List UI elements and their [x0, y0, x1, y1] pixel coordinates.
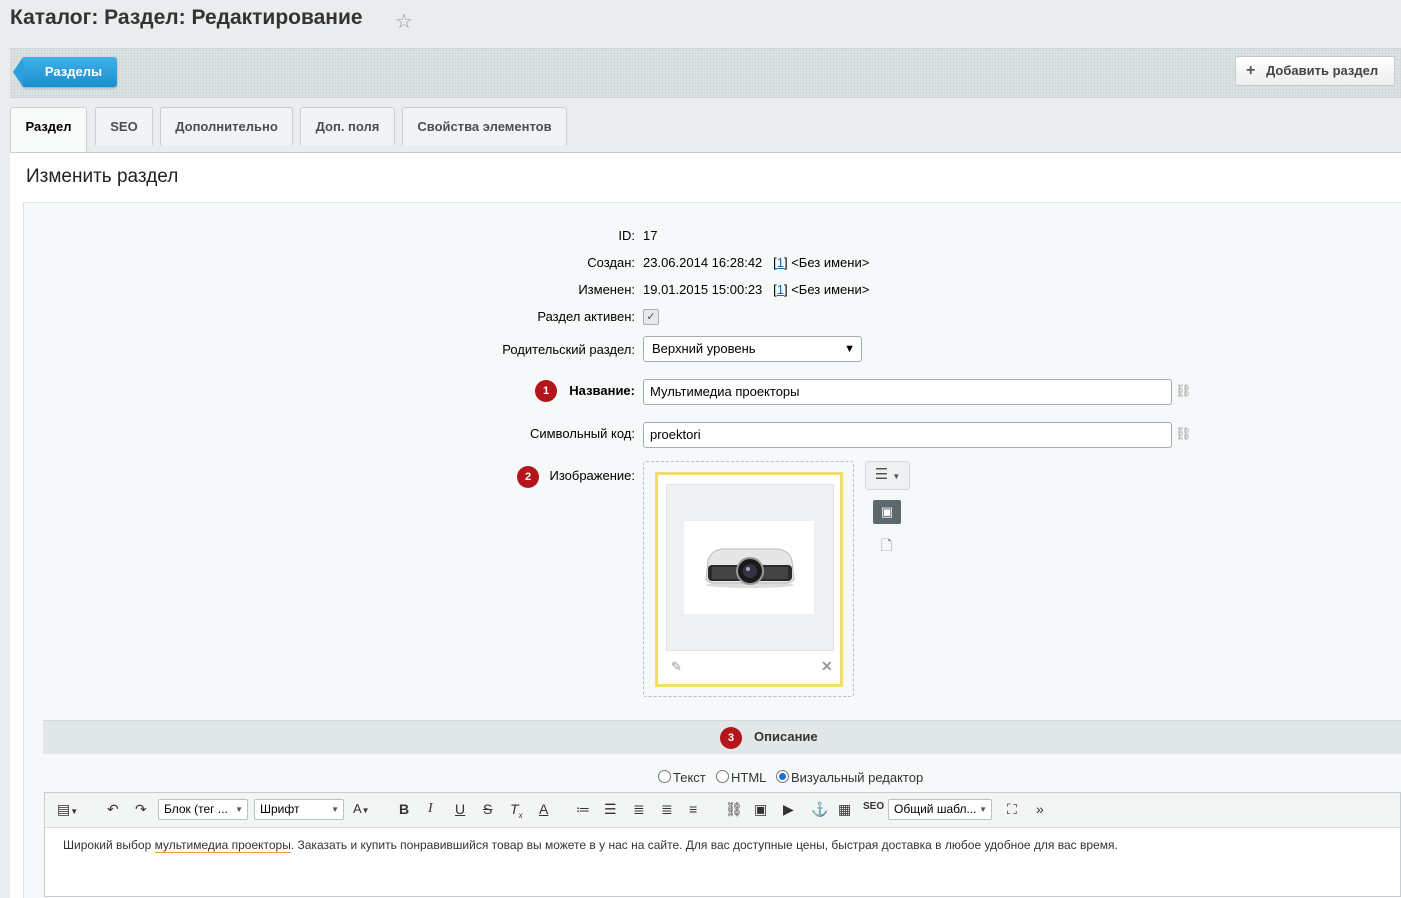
image-type-icon[interactable]: ▣	[873, 500, 901, 524]
image-menu-button[interactable]: ☰ ▼	[865, 461, 910, 490]
block-select-value: Блок (тег ...	[164, 802, 228, 816]
font-color-icon[interactable]: A	[539, 801, 548, 817]
toolbar-mode-icon[interactable]: ▤▼	[57, 801, 78, 818]
tab-seo[interactable]: SEO	[95, 107, 153, 145]
ordered-list-icon[interactable]: ≔	[576, 801, 590, 818]
transliterate-link-icon[interactable]: ⛓	[1175, 383, 1192, 399]
italic-icon[interactable]: I	[428, 801, 433, 817]
editor-text-start: Широкий выбор	[63, 838, 155, 852]
file-icon[interactable]: 🗋	[881, 535, 892, 559]
created-user: <Без имени>	[791, 255, 870, 270]
marker-badge-2: 2	[517, 466, 539, 488]
tab-section[interactable]: Раздел	[10, 107, 87, 153]
template-select[interactable]: Общий шабл... ▼	[888, 799, 992, 820]
close-icon[interactable]: ✕	[821, 658, 833, 675]
mode-text-option[interactable]: Текст	[658, 770, 706, 785]
indent-icon[interactable]: ≣	[661, 801, 673, 818]
modified-user: <Без имени>	[791, 282, 870, 297]
created-info: 23.06.2014 16:28:42 [1] <Без имени>	[643, 255, 870, 270]
name-label: Название:	[569, 383, 635, 398]
more-icon[interactable]: »	[1036, 801, 1044, 817]
created-label: Создан:	[587, 255, 635, 270]
pencil-icon[interactable]: ✎	[671, 659, 682, 675]
visual-editor[interactable]: ▤▼ ↶ ↷ Блок (тег ... ▼ Шрифт ▼ A▼ B I U S …	[44, 792, 1401, 897]
bold-icon[interactable]: B	[399, 801, 409, 817]
chevron-down-icon: ▼	[979, 805, 987, 814]
modified-label: Изменен:	[578, 282, 635, 297]
underline-icon[interactable]: U	[455, 801, 465, 817]
video-icon[interactable]: ▶	[783, 801, 794, 818]
created-date: 23.06.2014 16:28:42	[643, 255, 763, 270]
template-select-value: Общий шабл...	[894, 802, 977, 816]
top-toolbar	[10, 48, 1401, 98]
chevron-down-icon: ▼	[331, 805, 339, 814]
image-preview[interactable]: ✎ ✕	[655, 472, 843, 687]
created-user-link[interactable]: 1	[777, 255, 784, 270]
parent-label: Родительский раздел:	[502, 342, 635, 357]
fullscreen-icon[interactable]: ⛶	[1007, 801, 1017, 818]
image-thumb-bg	[666, 484, 834, 651]
outdent-icon[interactable]: ≣	[633, 801, 645, 818]
table-icon[interactable]: ▦	[838, 801, 851, 818]
page-title: Каталог: Раздел: Редактирование	[10, 6, 363, 29]
editor-text-highlight: мультимедиа проекторы	[154, 838, 291, 853]
marker-badge-1: 1	[535, 380, 557, 402]
active-checkbox[interactable]: ✓	[643, 309, 659, 325]
image-icon[interactable]: ▣	[754, 801, 767, 818]
tab-additional[interactable]: Дополнительно	[160, 107, 293, 145]
description-title: Описание	[754, 729, 818, 744]
modified-date: 19.01.2015 15:00:23	[643, 282, 763, 297]
plus-icon: +	[1246, 62, 1256, 79]
code-label: Символьный код:	[529, 426, 635, 441]
modified-user-link[interactable]: 1	[777, 282, 784, 297]
radio-text[interactable]	[658, 770, 671, 783]
anchor-icon[interactable]: ⚓	[811, 801, 828, 818]
editor-toolbar: ▤▼ ↶ ↷ Блок (тег ... ▼ Шрифт ▼ A▼ B I U S …	[45, 793, 1400, 828]
image-label: Изображение:	[549, 468, 635, 483]
chevron-down-icon: ▼	[844, 343, 855, 355]
active-label: Раздел активен:	[537, 309, 635, 324]
add-section-button[interactable]: + Добавить раздел	[1235, 56, 1395, 86]
mode-html-option[interactable]: HTML	[716, 770, 766, 785]
block-select[interactable]: Блок (тег ... ▼	[158, 799, 248, 820]
panel-title: Изменить раздел	[26, 166, 179, 187]
tab-extra-fields[interactable]: Доп. поля	[300, 107, 395, 145]
font-select-value: Шрифт	[260, 802, 300, 816]
chevron-down-icon: ▼	[235, 805, 243, 814]
image-thumb	[684, 521, 814, 614]
star-icon[interactable]: ☆	[395, 9, 413, 34]
seo-icon[interactable]: SEO	[863, 801, 884, 812]
code-input[interactable]: proektori	[643, 422, 1172, 448]
code-link-icon[interactable]: ⛓	[1175, 426, 1192, 442]
add-section-label: Добавить раздел	[1266, 63, 1379, 78]
radio-html[interactable]	[716, 770, 729, 783]
editor-content[interactable]: Широкий выбор мультимедиа проекторы. Зак…	[63, 838, 1118, 853]
projector-image	[705, 548, 795, 588]
chevron-down-icon: ▼	[892, 472, 901, 481]
font-size-icon[interactable]: A▼	[353, 801, 370, 816]
id-label: ID:	[618, 228, 635, 243]
parent-select[interactable]: Верхний уровень ▼	[643, 336, 862, 362]
mode-text-label: Текст	[673, 770, 706, 785]
tab-element-properties[interactable]: Свойства элементов	[402, 107, 567, 145]
modified-info: 19.01.2015 15:00:23 [1] <Без имени>	[643, 282, 870, 297]
font-select[interactable]: Шрифт ▼	[254, 799, 344, 820]
strikethrough-icon[interactable]: S	[483, 801, 492, 817]
align-icon[interactable]: ≡	[689, 801, 697, 817]
mode-visual-label: Визуальный редактор	[791, 770, 924, 785]
editor-text-end: . Заказать и купить понравившийся товар …	[290, 838, 1118, 852]
redo-icon[interactable]: ↷	[135, 801, 147, 818]
marker-badge-3: 3	[720, 727, 742, 749]
bullet-list-icon[interactable]: ☰	[604, 801, 617, 818]
id-value: 17	[643, 228, 658, 243]
radio-visual[interactable]	[776, 770, 789, 783]
undo-icon[interactable]: ↶	[107, 801, 119, 818]
parent-select-value: Верхний уровень	[652, 341, 756, 356]
clear-format-icon[interactable]: Tx	[510, 801, 523, 820]
link-icon[interactable]: ⛓	[725, 801, 743, 818]
name-input[interactable]: Мультимедиа проекторы	[643, 379, 1172, 405]
mode-visual-option[interactable]: Визуальный редактор	[776, 770, 923, 785]
mode-html-label: HTML	[731, 770, 767, 785]
sections-back-button[interactable]: Разделы	[13, 57, 117, 87]
